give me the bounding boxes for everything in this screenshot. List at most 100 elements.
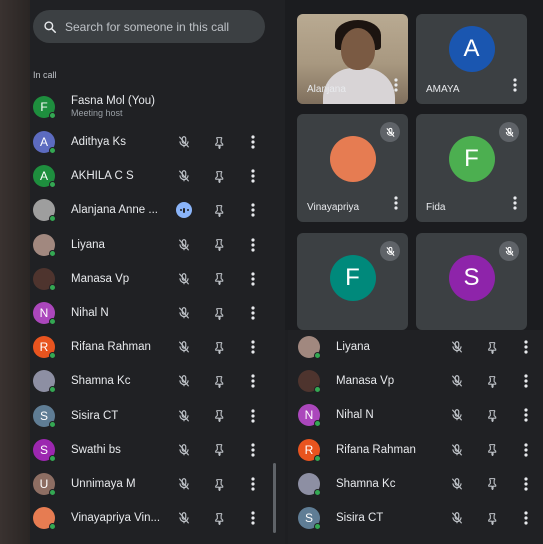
pin-icon[interactable]: [209, 337, 229, 357]
more-options-icon[interactable]: [243, 406, 263, 426]
tile-avatar: [329, 136, 376, 182]
more-options-icon[interactable]: [243, 200, 263, 220]
participant-row[interactable]: N Nihal N: [33, 299, 271, 327]
pin-icon[interactable]: [482, 405, 502, 425]
mic-off-icon[interactable]: [447, 337, 467, 357]
mic-off-icon[interactable]: [174, 474, 194, 494]
more-options-icon[interactable]: [243, 508, 263, 528]
more-options-icon[interactable]: [243, 440, 263, 460]
mic-off-icon[interactable]: [447, 440, 467, 460]
in-call-section-label: In call: [33, 70, 57, 80]
participant-row[interactable]: Vinayapriya Vin...: [33, 504, 271, 532]
video-tile[interactable]: Vinayapriya: [297, 114, 408, 222]
more-options-icon[interactable]: [394, 78, 398, 97]
participant-row[interactable]: Shamna Kc: [33, 367, 271, 395]
participant-row[interactable]: Alanjana Anne ...: [33, 196, 271, 224]
participant-name: Rifana Rahman: [71, 341, 151, 354]
tile-avatar: S: [448, 255, 495, 301]
more-options-icon[interactable]: [243, 235, 263, 255]
more-options-icon[interactable]: [516, 337, 536, 357]
pin-icon[interactable]: [482, 474, 502, 494]
video-tile[interactable]: S: [416, 233, 527, 330]
participant-row[interactable]: N Nihal N: [298, 401, 536, 429]
video-tile[interactable]: A AMAYA: [416, 14, 527, 104]
video-tile[interactable]: F: [297, 233, 408, 330]
participant-row[interactable]: Liyana: [33, 231, 271, 259]
participant-row[interactable]: S Sisira CT: [33, 402, 271, 430]
search-box[interactable]: [33, 10, 265, 43]
more-options-icon[interactable]: [516, 440, 536, 460]
more-options-icon[interactable]: [243, 337, 263, 357]
pin-icon[interactable]: [209, 406, 229, 426]
participant-row[interactable]: R Rifana Rahman: [33, 333, 271, 361]
pin-icon[interactable]: [482, 508, 502, 528]
avatar-initial: A: [39, 135, 48, 149]
more-options-icon[interactable]: [513, 196, 517, 215]
more-options-icon[interactable]: [243, 303, 263, 323]
avatar-initial: S: [39, 442, 48, 457]
speaking-indicator-icon[interactable]: [174, 200, 194, 220]
more-options-icon[interactable]: [516, 371, 536, 391]
participant-row[interactable]: Manasa Vp: [298, 367, 536, 395]
avatar: S: [33, 404, 56, 428]
participant-row[interactable]: Manasa Vp: [33, 265, 271, 293]
more-options-icon[interactable]: [513, 78, 517, 97]
search-input[interactable]: [65, 19, 245, 34]
more-options-icon[interactable]: [394, 196, 398, 215]
pin-icon[interactable]: [482, 337, 502, 357]
mic-off-icon[interactable]: [174, 440, 194, 460]
more-options-icon[interactable]: [243, 166, 263, 186]
mic-off-icon[interactable]: [174, 132, 194, 152]
more-options-icon[interactable]: [516, 405, 536, 425]
participant-row[interactable]: Liyana: [298, 333, 536, 361]
mic-off-icon[interactable]: [174, 508, 194, 528]
participant-row[interactable]: S Sisira CT: [298, 504, 536, 532]
participant-row[interactable]: S Swathi bs: [33, 436, 271, 464]
participant-row[interactable]: U Unnimaya M: [33, 470, 271, 498]
mic-off-icon[interactable]: [447, 474, 467, 494]
scrollbar-thumb[interactable]: [273, 463, 276, 533]
participant-row[interactable]: Shamna Kc: [298, 470, 536, 498]
avatar-initial: N: [304, 408, 314, 423]
pin-icon[interactable]: [482, 371, 502, 391]
mic-off-icon[interactable]: [174, 337, 194, 357]
mic-off-icon[interactable]: [174, 371, 194, 391]
pin-icon[interactable]: [209, 508, 229, 528]
participant-row-host[interactable]: F Fasna Mol (You) Meeting host: [33, 93, 271, 121]
pin-icon[interactable]: [482, 440, 502, 460]
more-options-icon[interactable]: [243, 132, 263, 152]
mic-off-icon[interactable]: [447, 508, 467, 528]
participant-name: Sisira CT: [336, 512, 384, 524]
pin-icon[interactable]: [209, 440, 229, 460]
mic-off-icon[interactable]: [174, 406, 194, 426]
more-options-icon[interactable]: [516, 508, 536, 528]
video-tile[interactable]: F Fida: [416, 114, 527, 222]
video-tile[interactable]: Alanjana: [297, 14, 408, 104]
avatar-initial: N: [39, 306, 49, 320]
more-options-icon[interactable]: [243, 474, 263, 494]
pin-icon[interactable]: [209, 200, 229, 220]
participant-row[interactable]: A Adithya Ks: [33, 128, 271, 156]
more-options-icon[interactable]: [243, 269, 263, 289]
pin-icon[interactable]: [209, 166, 229, 186]
pin-icon[interactable]: [209, 132, 229, 152]
more-options-icon[interactable]: [516, 474, 536, 494]
avatar: [298, 370, 321, 394]
mic-off-icon[interactable]: [174, 269, 194, 289]
participant-name: Manasa Vp: [336, 375, 395, 388]
pin-icon[interactable]: [209, 235, 229, 255]
pin-icon[interactable]: [209, 371, 229, 391]
mic-off-icon[interactable]: [447, 405, 467, 425]
pin-icon[interactable]: [209, 303, 229, 323]
mic-off-icon[interactable]: [447, 371, 467, 391]
online-indicator: [49, 523, 56, 531]
pin-icon[interactable]: [209, 269, 229, 289]
pin-icon[interactable]: [209, 474, 229, 494]
mic-off-icon[interactable]: [174, 303, 194, 323]
participant-row[interactable]: R Rifana Rahman: [298, 436, 536, 464]
participant-row[interactable]: A AKHILA C S: [33, 162, 271, 190]
more-options-icon[interactable]: [243, 371, 263, 391]
mic-off-icon[interactable]: [174, 235, 194, 255]
online-indicator: [49, 112, 56, 119]
mic-off-icon[interactable]: [174, 166, 194, 186]
